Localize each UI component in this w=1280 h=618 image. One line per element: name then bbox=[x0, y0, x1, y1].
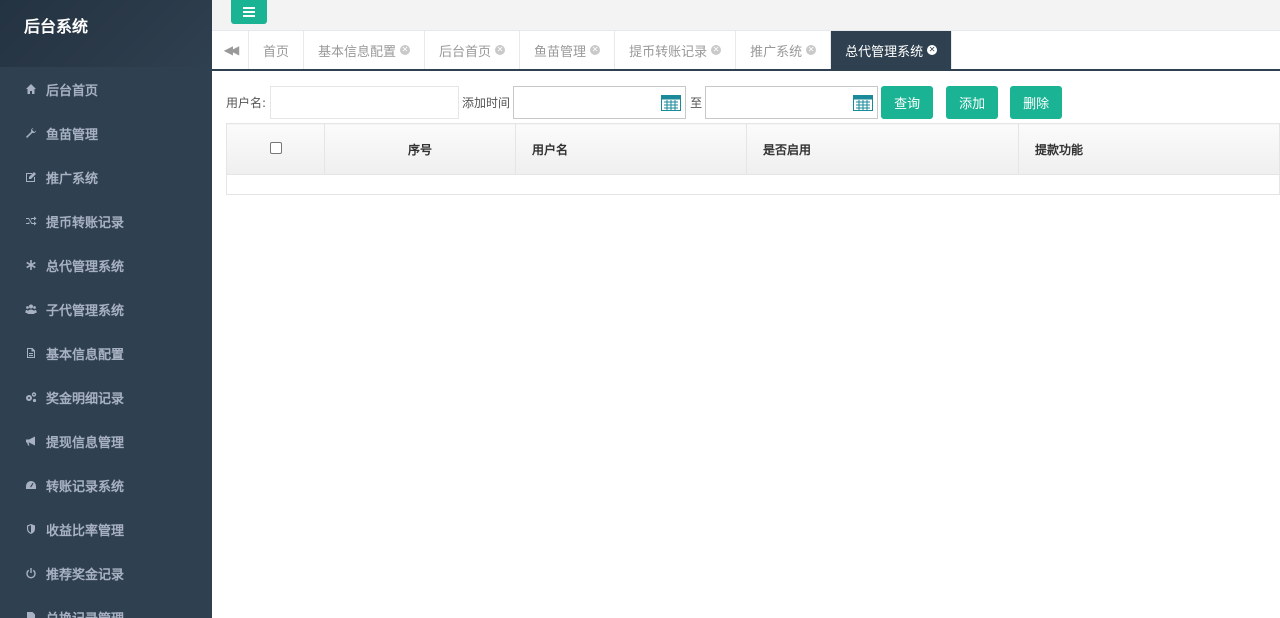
asterisk-icon bbox=[24, 258, 38, 272]
sidebar-item-label: 基本信息配置 bbox=[46, 347, 125, 363]
sidebar-item-label: 总代管理系统 bbox=[46, 259, 125, 275]
sidebar-item-label: 鱼苗管理 bbox=[46, 127, 99, 143]
sidebar-item-fry-management[interactable]: 鱼苗管理 bbox=[0, 111, 212, 155]
calendar-icon[interactable] bbox=[661, 94, 682, 111]
username-input[interactable] bbox=[270, 85, 460, 119]
app-title: 后台系统 bbox=[0, 0, 212, 67]
sidebar-item-label: 奖金明细记录 bbox=[46, 391, 125, 407]
agents-table: 序号 用户名 是否启用 提款功能 bbox=[226, 123, 1280, 195]
tab-admin-home[interactable]: 后台首页 ✕ bbox=[425, 31, 521, 69]
home-icon bbox=[24, 82, 38, 96]
sidebar-item-label: 提币转账记录 bbox=[46, 215, 125, 231]
sidebar-item-promotion[interactable]: 推广系统 bbox=[0, 155, 212, 199]
sidebar-item-label: 转账记录系统 bbox=[46, 479, 125, 495]
menu-toggle-button[interactable] bbox=[231, 0, 267, 24]
close-icon[interactable]: ✕ bbox=[927, 45, 938, 55]
tab-label: 鱼苗管理 bbox=[534, 44, 587, 60]
filter-toolbar: 用户名: 添加时间 至 查询 添加 删除 bbox=[226, 85, 1063, 119]
sidebar-item-basic-config[interactable]: 基本信息配置 bbox=[0, 331, 212, 375]
hamburger-icon bbox=[243, 7, 255, 17]
sidebar-item-withdraw-info[interactable]: 提现信息管理 bbox=[0, 419, 212, 463]
power-icon bbox=[24, 566, 38, 580]
tab-label: 推广系统 bbox=[750, 44, 803, 60]
page-tabs: ◀◀ 首页 基本信息配置 ✕ 后台首页 ✕ 鱼苗管理 ✕ 提币转账记录 ✕ 推广… bbox=[212, 31, 1280, 71]
edit-icon bbox=[24, 170, 38, 184]
search-button[interactable]: 查询 bbox=[881, 85, 934, 119]
sidebar-item-transfer-records[interactable]: 转账记录系统 bbox=[0, 463, 212, 507]
tab-home[interactable]: 首页 bbox=[249, 31, 305, 69]
column-header-index[interactable]: 序号 bbox=[324, 123, 516, 175]
sidebar-item-withdraw-transfer[interactable]: 提币转账记录 bbox=[0, 199, 212, 243]
sidebar-item-label: 兑换记录管理 bbox=[46, 608, 124, 618]
date-from-field[interactable] bbox=[513, 85, 687, 119]
tab-label: 首页 bbox=[263, 44, 290, 60]
sidebar-item-label: 推荐奖金记录 bbox=[46, 567, 125, 583]
tab-label: 基本信息配置 bbox=[318, 44, 397, 60]
select-all-checkbox[interactable] bbox=[269, 141, 282, 154]
sidebar-item-home[interactable]: 后台首页 bbox=[0, 67, 212, 111]
file-icon bbox=[24, 346, 38, 360]
sidebar-item-label: 提现信息管理 bbox=[46, 435, 125, 451]
close-icon[interactable]: ✕ bbox=[400, 45, 411, 55]
table-empty-row bbox=[226, 174, 1280, 195]
top-navbar bbox=[212, 0, 1280, 31]
tab-label: 提币转账记录 bbox=[629, 44, 708, 60]
column-header-username[interactable]: 用户名 bbox=[515, 123, 747, 175]
dashboard-icon bbox=[24, 478, 38, 492]
calendar-icon[interactable] bbox=[853, 94, 874, 111]
add-time-label: 添加时间 bbox=[462, 95, 511, 110]
delete-button[interactable]: 删除 bbox=[1010, 85, 1063, 119]
sidebar-item-yield-ratio[interactable]: 收益比率管理 bbox=[0, 507, 212, 551]
bullhorn-icon bbox=[24, 434, 38, 448]
add-button[interactable]: 添加 bbox=[946, 85, 999, 119]
cogs-icon bbox=[24, 390, 38, 404]
sidebar-item-referral-bonus[interactable]: 推荐奖金记录 bbox=[0, 551, 212, 595]
shield-icon bbox=[24, 522, 38, 536]
table-header-row: 序号 用户名 是否启用 提款功能 bbox=[226, 123, 1280, 175]
wrench-icon bbox=[24, 126, 38, 140]
users-icon bbox=[24, 302, 38, 316]
sidebar-item-label: 后台首页 bbox=[46, 83, 99, 99]
sidebar-item-label: 收益比率管理 bbox=[46, 523, 125, 539]
select-all-header bbox=[226, 123, 325, 175]
table-empty-cell bbox=[226, 174, 1280, 195]
tab-basic-config[interactable]: 基本信息配置 ✕ bbox=[304, 31, 426, 69]
close-icon[interactable]: ✕ bbox=[711, 45, 722, 55]
sidebar-item-label: 子代管理系统 bbox=[46, 303, 125, 319]
username-label: 用户名: bbox=[226, 95, 267, 110]
double-chevron-left-icon: ◀◀ bbox=[223, 43, 240, 57]
close-icon[interactable]: ✕ bbox=[590, 45, 601, 55]
close-icon[interactable]: ✕ bbox=[495, 45, 506, 55]
tab-label: 总代管理系统 bbox=[845, 44, 924, 60]
tab-fry-management[interactable]: 鱼苗管理 ✕ bbox=[520, 31, 616, 69]
tab-promotion[interactable]: 推广系统 ✕ bbox=[736, 31, 832, 69]
to-label: 至 bbox=[690, 95, 703, 110]
shuffle-icon bbox=[24, 214, 38, 228]
sidebar-item-label: 推广系统 bbox=[46, 171, 99, 187]
file-icon bbox=[24, 610, 38, 618]
tab-withdraw-transfer[interactable]: 提币转账记录 ✕ bbox=[615, 31, 737, 69]
sidebar-item-general-agent[interactable]: 总代管理系统 bbox=[0, 243, 212, 287]
sidebar-item-bonus-detail[interactable]: 奖金明细记录 bbox=[0, 375, 212, 419]
tab-general-agent[interactable]: 总代管理系统 ✕ bbox=[831, 31, 953, 69]
sidebar-item-sub-agent[interactable]: 子代管理系统 bbox=[0, 287, 212, 331]
sidebar: 后台系统 后台首页 鱼苗管理 推广系统 提币转账记录 总代管理系统 子代管理系统 bbox=[0, 0, 212, 618]
column-header-withdraw[interactable]: 提款功能 bbox=[1018, 123, 1280, 175]
date-to-field[interactable] bbox=[705, 85, 879, 119]
tabs-scroll-left-button[interactable]: ◀◀ bbox=[212, 31, 249, 69]
tab-label: 后台首页 bbox=[439, 44, 492, 60]
close-icon[interactable]: ✕ bbox=[806, 45, 817, 55]
column-header-enabled[interactable]: 是否启用 bbox=[746, 123, 1019, 175]
sidebar-item-exchange-records[interactable]: 兑换记录管理 bbox=[0, 595, 212, 618]
sidebar-menu: 后台首页 鱼苗管理 推广系统 提币转账记录 总代管理系统 子代管理系统 基本信息… bbox=[0, 67, 212, 618]
